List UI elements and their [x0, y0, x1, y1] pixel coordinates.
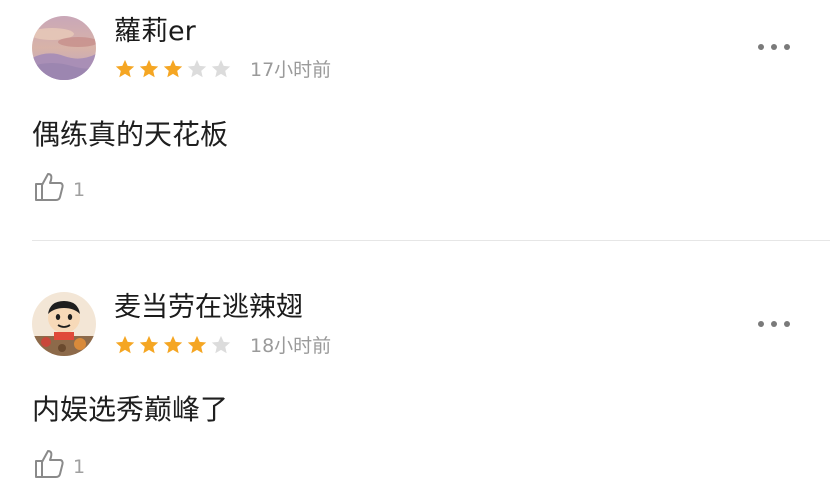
star-empty-icon: [211, 59, 231, 78]
cartoon-boy-avatar-icon: [32, 292, 96, 356]
star-empty-icon: [211, 335, 231, 354]
star-filled-icon: [115, 335, 135, 354]
like-button[interactable]: 1: [33, 170, 85, 202]
star-rating: [114, 58, 232, 80]
star-filled-icon: [163, 59, 183, 78]
more-dot: [771, 321, 777, 327]
divider: [32, 240, 830, 241]
more-options-icon[interactable]: [758, 37, 790, 57]
timestamp: 17小时前: [250, 59, 332, 81]
thumbs-up-icon: [35, 173, 64, 201]
username[interactable]: 蘿莉er: [114, 18, 196, 45]
star-filled-icon: [163, 335, 183, 354]
username[interactable]: 麦当劳在逃辣翅: [114, 294, 303, 321]
thumbs-up-icon: [35, 450, 64, 478]
timestamp: 18小时前: [250, 335, 332, 357]
like-button[interactable]: 1: [33, 447, 85, 479]
like-count: 1: [73, 179, 86, 201]
more-dot: [758, 321, 764, 327]
more-dot: [784, 44, 790, 50]
avatar[interactable]: [32, 16, 96, 80]
comment-text: 内娱选秀巅峰了: [32, 393, 229, 426]
more-dot: [784, 321, 790, 327]
star-filled-icon: [115, 59, 135, 78]
more-dot: [758, 44, 764, 50]
star-rating: [114, 334, 232, 356]
comment-feed: 蘿莉er 17小时前 偶练真的天花板 1 麦当劳在逃辣翅 18小时前 内娱选秀巅…: [0, 0, 830, 492]
more-options-icon[interactable]: [758, 314, 790, 334]
star-filled-icon: [139, 59, 159, 78]
star-empty-icon: [187, 59, 207, 78]
comment-text: 偶练真的天花板: [32, 118, 229, 151]
star-filled-icon: [187, 335, 207, 354]
landscape-avatar-icon: [32, 16, 96, 80]
more-dot: [771, 44, 777, 50]
star-filled-icon: [139, 335, 159, 354]
like-count: 1: [73, 456, 86, 478]
avatar[interactable]: [32, 292, 96, 356]
